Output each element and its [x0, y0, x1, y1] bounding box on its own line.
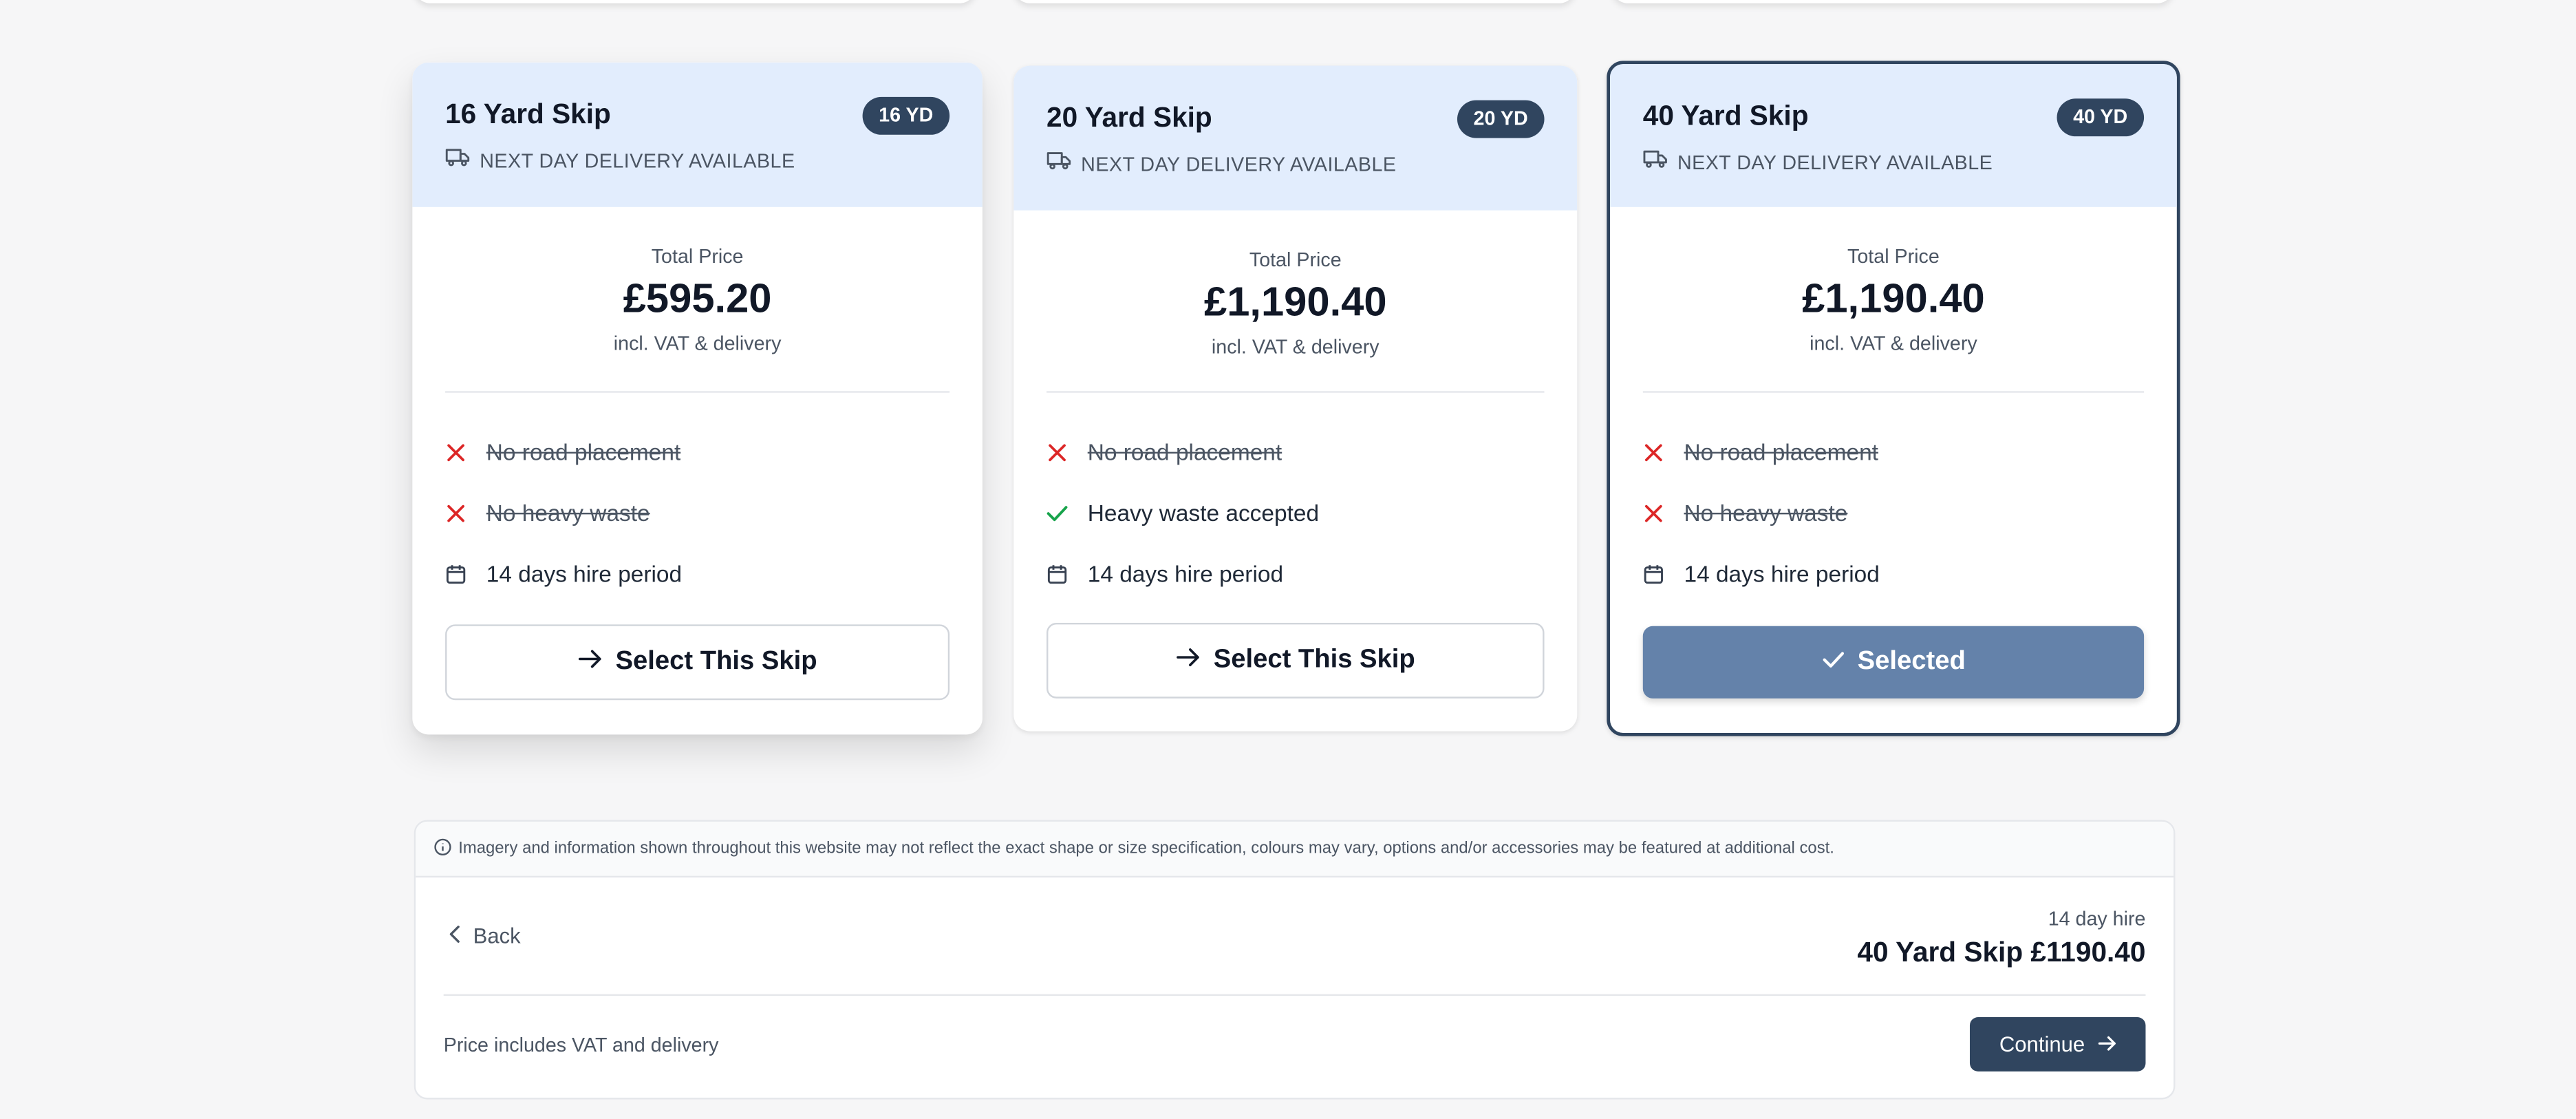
select-skip-button[interactable]: Select This Skip	[445, 624, 950, 701]
calendar-icon	[1046, 563, 1068, 584]
summary-total: 40 Yard Skip £1190.40	[1857, 937, 2146, 968]
price-label: Total Price	[1847, 244, 1940, 268]
price-label: Total Price	[651, 244, 744, 268]
delivery-info: NEXT DAY DELIVERY AVAILABLE	[1046, 151, 1396, 176]
size-badge: 20 YD	[1457, 100, 1545, 138]
calendar-icon	[445, 563, 466, 584]
price-note: incl. VAT & delivery	[1810, 332, 1977, 355]
continue-label: Continue	[1999, 1032, 2085, 1057]
button-label: Select This Skip	[615, 647, 817, 676]
feature-text: No road placement	[1087, 438, 1282, 465]
info-icon	[433, 838, 451, 860]
price-note: incl. VAT & delivery	[613, 332, 782, 355]
select-skip-button[interactable]: Select This Skip	[1046, 622, 1545, 699]
button-label: Selected	[1857, 647, 1966, 676]
previous-row-card[interactable]	[1611, 0, 2174, 3]
feature-road-placement: No road placement	[445, 439, 680, 465]
price-section: Total Price £595.20 incl. VAT & delivery	[412, 207, 983, 355]
feature-hire-period: 14 days hire period	[1643, 560, 1880, 586]
truck-icon	[445, 148, 470, 173]
cross-icon	[445, 443, 466, 461]
card-title: 20 Yard Skip	[1046, 102, 1212, 134]
size-badge: 16 YD	[862, 96, 950, 135]
price-section: Total Price £1,190.40 incl. VAT & delive…	[1013, 211, 1577, 359]
feature-text: 14 days hire period	[1684, 560, 1880, 587]
previous-row-card[interactable]	[1013, 0, 1576, 3]
previous-row-card[interactable]	[414, 0, 976, 3]
check-icon	[1046, 504, 1068, 522]
price-includes-note: Price includes VAT and delivery	[443, 1033, 719, 1057]
total-price: £595.20	[623, 276, 772, 323]
checkout-footer: Imagery and information shown throughout…	[414, 820, 2176, 1100]
skip-selection-page: 16 Yard Skip 16 YD NEXT DAY DELIVERY AVA…	[0, 0, 2576, 1119]
card-header: 20 Yard Skip 20 YD NEXT DAY DELIVERY AVA…	[1013, 65, 1578, 211]
feature-text: Heavy waste accepted	[1087, 499, 1320, 526]
size-badge: 40 YD	[2057, 98, 2145, 137]
chevron-left-icon	[449, 924, 460, 948]
truck-icon	[1046, 151, 1071, 176]
feature-text: No heavy waste	[486, 499, 650, 526]
feature-text: 14 days hire period	[486, 560, 683, 587]
feature-text: No road placement	[1684, 438, 1878, 465]
calendar-icon	[1643, 563, 1664, 584]
feature-text: No road placement	[486, 438, 681, 465]
delivery-text: NEXT DAY DELIVERY AVAILABLE	[1677, 150, 1993, 173]
divider	[1046, 391, 1545, 393]
price-note: incl. VAT & delivery	[1211, 335, 1380, 359]
arrow-right-icon	[2098, 1032, 2116, 1057]
card-header: 40 Yard Skip 40 YD NEXT DAY DELIVERY AVA…	[1610, 64, 2177, 207]
divider	[445, 391, 950, 393]
continue-button[interactable]: Continue	[1969, 1017, 2146, 1072]
truck-icon	[1643, 149, 1668, 174]
feature-road-placement: No road placement	[1046, 439, 1282, 465]
arrow-right-icon	[578, 648, 603, 677]
card-title: 40 Yard Skip	[1642, 100, 1809, 132]
arrow-right-icon	[1176, 646, 1201, 675]
delivery-text: NEXT DAY DELIVERY AVAILABLE	[1081, 151, 1397, 175]
price-label: Total Price	[1249, 248, 1342, 271]
disclaimer-text: Imagery and information shown throughout…	[458, 840, 1834, 858]
back-button[interactable]: Back	[449, 924, 521, 948]
total-price: £1,190.40	[1802, 276, 1985, 323]
divider	[1642, 391, 2145, 393]
divider	[443, 994, 2146, 997]
disclaimer-banner: Imagery and information shown throughout…	[416, 821, 2174, 878]
card-header: 16 Yard Skip 16 YD NEXT DAY DELIVERY AVA…	[412, 62, 983, 207]
feature-heavy-waste: No heavy waste	[445, 500, 650, 526]
card-title: 16 Yard Skip	[445, 98, 611, 130]
feature-text: 14 days hire period	[1087, 560, 1284, 587]
cross-icon	[445, 504, 466, 522]
selected-button[interactable]: Selected	[1642, 626, 2145, 699]
cross-icon	[1046, 443, 1068, 461]
total-price: £1,190.40	[1203, 279, 1387, 326]
back-label: Back	[473, 923, 521, 948]
button-label: Select This Skip	[1213, 646, 1415, 674]
feature-text: No heavy waste	[1684, 499, 1848, 526]
cross-icon	[1643, 443, 1664, 461]
hire-period: 14 day hire	[2048, 907, 2146, 930]
feature-heavy-waste: No heavy waste	[1643, 499, 1848, 526]
skip-card-16-yard[interactable]: 16 Yard Skip 16 YD NEXT DAY DELIVERY AVA…	[412, 62, 983, 735]
check-icon	[1821, 648, 1844, 677]
skip-card-20-yard[interactable]: 20 Yard Skip 20 YD NEXT DAY DELIVERY AVA…	[1013, 65, 1578, 732]
skip-card-40-yard-selected[interactable]: 40 Yard Skip 40 YD NEXT DAY DELIVERY AVA…	[1607, 61, 2180, 736]
price-section: Total Price £1,190.40 incl. VAT & delive…	[1610, 207, 2177, 355]
feature-hire-period: 14 days hire period	[445, 560, 682, 586]
feature-road-placement: No road placement	[1643, 439, 1878, 465]
feature-hire-period: 14 days hire period	[1046, 560, 1283, 586]
delivery-text: NEXT DAY DELIVERY AVAILABLE	[480, 149, 795, 172]
delivery-info: NEXT DAY DELIVERY AVAILABLE	[1643, 149, 1993, 174]
feature-heavy-waste: Heavy waste accepted	[1046, 500, 1319, 526]
cross-icon	[1643, 504, 1664, 522]
delivery-info: NEXT DAY DELIVERY AVAILABLE	[445, 148, 795, 173]
order-summary: 14 day hire 40 Yard Skip £1190.40	[1857, 907, 2145, 970]
